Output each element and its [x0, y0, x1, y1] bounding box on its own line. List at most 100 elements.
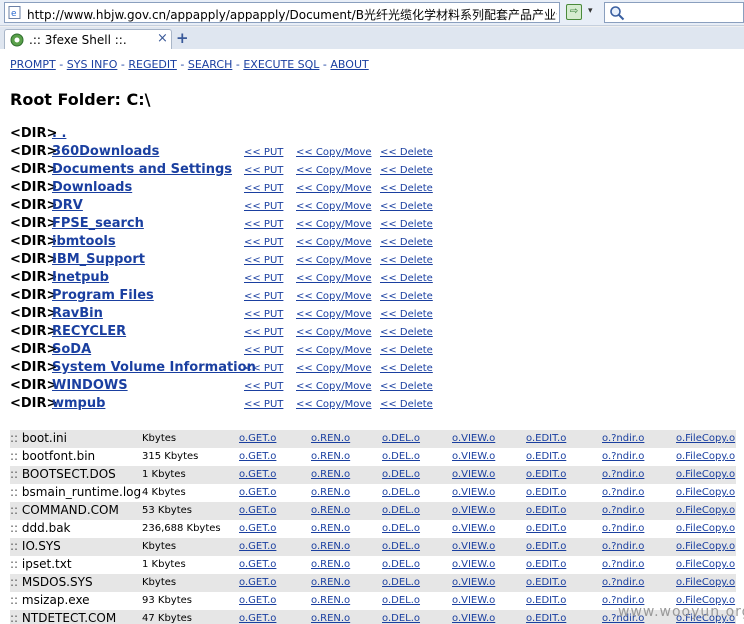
delete-link[interactable]: << Delete: [380, 237, 433, 248]
nav-regedit[interactable]: REGEDIT: [128, 58, 177, 71]
delete-link[interactable]: << Delete: [380, 147, 433, 158]
copy-move-link[interactable]: << Copy/Move: [296, 327, 372, 338]
copy-move-link[interactable]: << Copy/Move: [296, 381, 372, 392]
get-link[interactable]: o.GET.o: [239, 451, 276, 462]
filecopy-link[interactable]: o.FileCopy.o: [676, 487, 735, 498]
ndir-link[interactable]: o.?ndir.o: [602, 505, 644, 516]
delete-link[interactable]: << Delete: [380, 219, 433, 230]
delete-file-link[interactable]: o.DEL.o: [382, 595, 420, 606]
dir-link[interactable]: Documents and Settings: [52, 162, 232, 177]
put-link[interactable]: << PUT: [244, 399, 283, 410]
copy-move-link[interactable]: << Copy/Move: [296, 255, 372, 266]
rename-link[interactable]: o.REN.o: [311, 559, 350, 570]
put-link[interactable]: << PUT: [244, 255, 283, 266]
delete-file-link[interactable]: o.DEL.o: [382, 469, 420, 480]
edit-link[interactable]: o.EDIT.o: [526, 559, 566, 570]
get-link[interactable]: o.GET.o: [239, 577, 276, 588]
view-link[interactable]: o.VIEW.o: [452, 487, 495, 498]
put-link[interactable]: << PUT: [244, 363, 283, 374]
view-link[interactable]: o.VIEW.o: [452, 559, 495, 570]
delete-link[interactable]: << Delete: [380, 273, 433, 284]
delete-link[interactable]: << Delete: [380, 201, 433, 212]
delete-file-link[interactable]: o.DEL.o: [382, 433, 420, 444]
delete-file-link[interactable]: o.DEL.o: [382, 523, 420, 534]
put-link[interactable]: << PUT: [244, 219, 283, 230]
delete-link[interactable]: << Delete: [380, 165, 433, 176]
edit-link[interactable]: o.EDIT.o: [526, 541, 566, 552]
rename-link[interactable]: o.REN.o: [311, 613, 350, 624]
dir-link[interactable]: SoDA: [52, 342, 91, 357]
rename-link[interactable]: o.REN.o: [311, 451, 350, 462]
delete-link[interactable]: << Delete: [380, 345, 433, 356]
ndir-link[interactable]: o.?ndir.o: [602, 433, 644, 444]
copy-move-link[interactable]: << Copy/Move: [296, 219, 372, 230]
filecopy-link[interactable]: o.FileCopy.o: [676, 559, 735, 570]
copy-move-link[interactable]: << Copy/Move: [296, 201, 372, 212]
nav-execute-sql[interactable]: EXECUTE SQL: [243, 58, 319, 71]
dir-link[interactable]: ibmtools: [52, 234, 116, 249]
delete-link[interactable]: << Delete: [380, 309, 433, 320]
dir-link[interactable]: Program Files: [52, 288, 154, 303]
ndir-link[interactable]: o.?ndir.o: [602, 487, 644, 498]
delete-file-link[interactable]: o.DEL.o: [382, 505, 420, 516]
put-link[interactable]: << PUT: [244, 201, 283, 212]
ndir-link[interactable]: o.?ndir.o: [602, 451, 644, 462]
rename-link[interactable]: o.REN.o: [311, 469, 350, 480]
put-link[interactable]: << PUT: [244, 273, 283, 284]
dir-link[interactable]: wmpub: [52, 396, 105, 411]
view-link[interactable]: o.VIEW.o: [452, 595, 495, 606]
chevron-down-icon[interactable]: ▾: [588, 6, 593, 16]
rename-link[interactable]: o.REN.o: [311, 577, 350, 588]
edit-link[interactable]: o.EDIT.o: [526, 469, 566, 480]
put-link[interactable]: << PUT: [244, 345, 283, 356]
nav-prompt[interactable]: PROMPT: [10, 58, 56, 71]
copy-move-link[interactable]: << Copy/Move: [296, 147, 372, 158]
put-link[interactable]: << PUT: [244, 381, 283, 392]
ndir-link[interactable]: o.?ndir.o: [602, 559, 644, 570]
dir-link[interactable]: IBM_Support: [52, 252, 145, 267]
dir-link[interactable]: WINDOWS: [52, 378, 128, 393]
view-link[interactable]: o.VIEW.o: [452, 613, 495, 624]
ndir-link[interactable]: o.?ndir.o: [602, 541, 644, 552]
get-link[interactable]: o.GET.o: [239, 505, 276, 516]
put-link[interactable]: << PUT: [244, 183, 283, 194]
view-link[interactable]: o.VIEW.o: [452, 451, 495, 462]
dir-link[interactable]: System Volume Information: [52, 360, 256, 375]
tab-shell[interactable]: .:: 3fexe Shell ::. ×: [4, 29, 172, 49]
put-link[interactable]: << PUT: [244, 147, 283, 158]
nav-search[interactable]: SEARCH: [188, 58, 233, 71]
put-link[interactable]: << PUT: [244, 291, 283, 302]
ndir-link[interactable]: o.?ndir.o: [602, 577, 644, 588]
edit-link[interactable]: o.EDIT.o: [526, 577, 566, 588]
delete-link[interactable]: << Delete: [380, 399, 433, 410]
copy-move-link[interactable]: << Copy/Move: [296, 273, 372, 284]
get-link[interactable]: o.GET.o: [239, 487, 276, 498]
delete-link[interactable]: << Delete: [380, 327, 433, 338]
rename-link[interactable]: o.REN.o: [311, 505, 350, 516]
filecopy-link[interactable]: o.FileCopy.o: [676, 541, 735, 552]
get-link[interactable]: o.GET.o: [239, 559, 276, 570]
delete-file-link[interactable]: o.DEL.o: [382, 487, 420, 498]
copy-move-link[interactable]: << Copy/Move: [296, 165, 372, 176]
address-bar[interactable]: e http://www.hbjw.gov.cn/appapply/appapp…: [4, 2, 560, 23]
get-link[interactable]: o.GET.o: [239, 433, 276, 444]
get-link[interactable]: o.GET.o: [239, 541, 276, 552]
copy-move-link[interactable]: << Copy/Move: [296, 291, 372, 302]
copy-move-link[interactable]: << Copy/Move: [296, 345, 372, 356]
copy-move-link[interactable]: << Copy/Move: [296, 237, 372, 248]
filecopy-link[interactable]: o.FileCopy.o: [676, 577, 735, 588]
dir-link[interactable]: FPSE_search: [52, 216, 144, 231]
edit-link[interactable]: o.EDIT.o: [526, 595, 566, 606]
rename-link[interactable]: o.REN.o: [311, 523, 350, 534]
rename-link[interactable]: o.REN.o: [311, 541, 350, 552]
copy-move-link[interactable]: << Copy/Move: [296, 399, 372, 410]
put-link[interactable]: << PUT: [244, 237, 283, 248]
filecopy-link[interactable]: o.FileCopy.o: [676, 451, 735, 462]
put-link[interactable]: << PUT: [244, 327, 283, 338]
close-icon[interactable]: ×: [157, 31, 168, 46]
put-link[interactable]: << PUT: [244, 309, 283, 320]
delete-file-link[interactable]: o.DEL.o: [382, 541, 420, 552]
delete-link[interactable]: << Delete: [380, 255, 433, 266]
dir-link[interactable]: 360Downloads: [52, 144, 159, 159]
ndir-link[interactable]: o.?ndir.o: [602, 523, 644, 534]
